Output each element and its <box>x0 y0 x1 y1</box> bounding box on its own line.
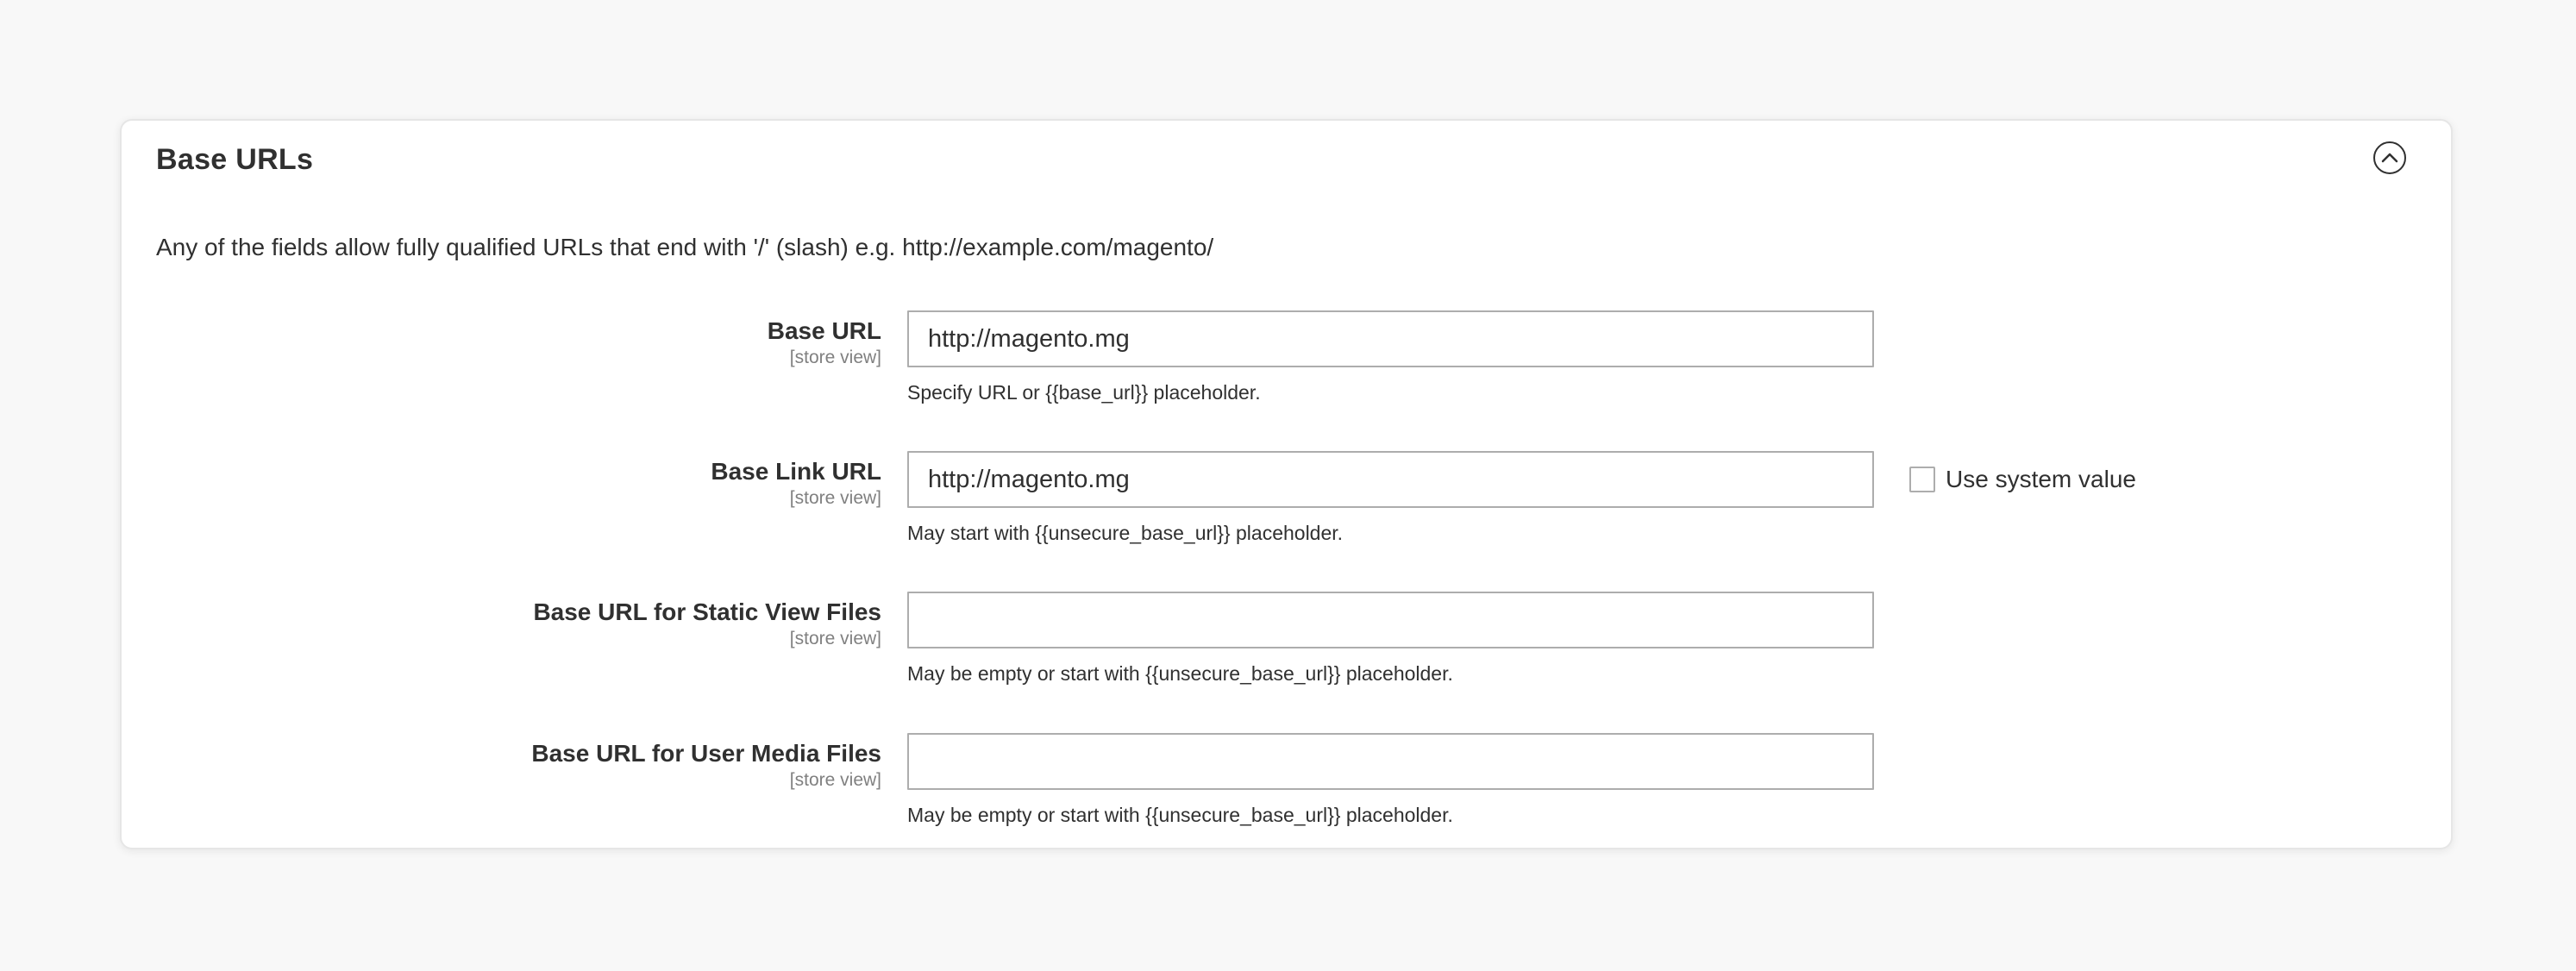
field-row-static-view-files: Base URL for Static View Files [store vi… <box>122 592 2451 717</box>
user-media-files-url-input[interactable] <box>907 733 1874 790</box>
field-note: May be empty or start with {{unsecure_ba… <box>907 662 1453 685</box>
field-label: Base URL for User Media Files <box>531 740 881 767</box>
base-link-url-input[interactable] <box>907 451 1874 508</box>
base-urls-panel: Base URLs Any of the fields allow fully … <box>120 119 2453 849</box>
field-label: Base Link URL <box>711 458 881 485</box>
use-system-value-label[interactable]: Use system value <box>1946 465 2136 494</box>
field-label-block: Base URL for Static View Files [store vi… <box>533 597 881 650</box>
scope-label: [store view] <box>789 488 881 508</box>
field-row-user-media-files: Base URL for User Media Files [store vie… <box>122 733 2451 859</box>
field-label: Base URL for Static View Files <box>533 598 881 625</box>
section-title: Base URLs <box>156 143 314 176</box>
field-note: May be empty or start with {{unsecure_ba… <box>907 804 1453 826</box>
static-view-files-url-input[interactable] <box>907 592 1874 648</box>
use-system-value-checkbox[interactable] <box>1909 467 1935 492</box>
use-system-value-toggle[interactable]: Use system value <box>1909 465 2136 494</box>
field-label: Base URL <box>767 317 881 344</box>
field-row-base-link-url: Base Link URL [store view] May start wit… <box>122 451 2451 577</box>
base-url-input[interactable] <box>907 310 1874 367</box>
field-note: Specify URL or {{base_url}} placeholder. <box>907 381 1261 404</box>
chevron-up-icon <box>2381 153 2398 163</box>
scope-label: [store view] <box>789 770 881 790</box>
field-row-base-url: Base URL [store view] Specify URL or {{b… <box>122 310 2451 436</box>
field-note: May start with {{unsecure_base_url}} pla… <box>907 522 1344 544</box>
field-label-block: Base URL [store view] <box>768 316 881 369</box>
scope-label: [store view] <box>789 348 881 367</box>
field-label-block: Base URL for User Media Files [store vie… <box>531 738 881 792</box>
section-description: Any of the fields allow fully qualified … <box>156 234 1214 260</box>
collapse-section-button[interactable] <box>2373 141 2406 174</box>
scope-label: [store view] <box>789 629 881 648</box>
field-label-block: Base Link URL [store view] <box>711 456 881 510</box>
